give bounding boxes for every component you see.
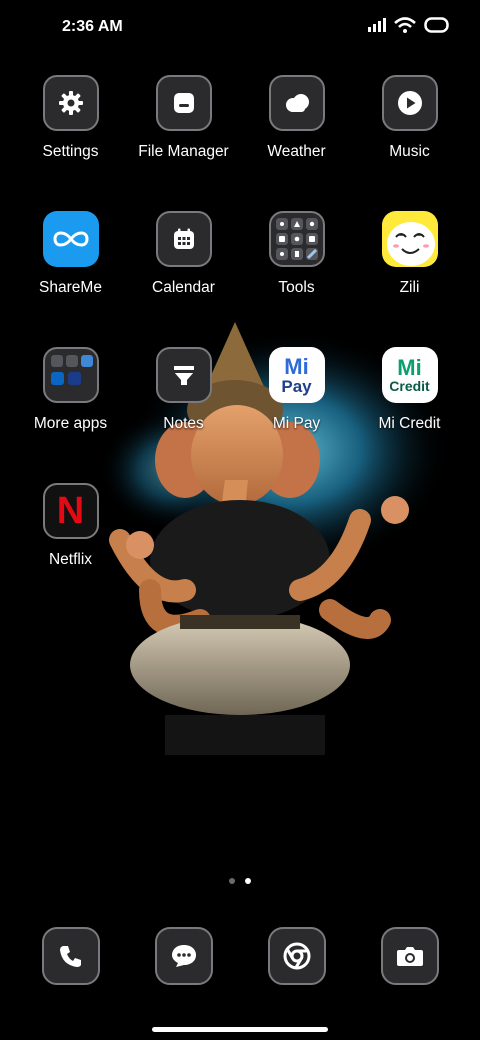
app-label: More apps [33,415,108,432]
wifi-icon [394,17,416,33]
status-time: 2:36 AM [62,18,123,35]
message-icon [172,945,196,967]
mi-credit-logo-mi: Mi [397,355,422,380]
app-label: Weather [267,143,326,160]
page-indicator [0,878,480,884]
play-icon [381,75,438,131]
app-netflix[interactable]: N Netflix [14,483,127,569]
tools-folder-icon [268,211,325,267]
calendar-icon [155,211,212,267]
dock-messages-button[interactable] [155,927,213,985]
zili-face-icon [381,211,438,267]
app-label: Netflix [48,551,93,568]
home-indicator[interactable] [152,1027,328,1032]
app-zili[interactable]: Zili [353,211,466,297]
mi-pay-logo-mi: Mi [284,353,309,379]
app-settings[interactable]: Settings [14,75,127,161]
app-mi-credit[interactable]: Mi Credit Mi Credit [353,347,466,433]
mi-pay-logo: Mi Pay [268,347,325,403]
mi-pay-logo-pay: Pay [281,376,312,396]
page-dot-active[interactable] [245,878,251,884]
page-dot[interactable] [229,878,235,884]
app-label: Mi Credit [378,415,441,432]
app-calendar[interactable]: Calendar [127,211,240,297]
app-notes[interactable]: Notes [127,347,240,433]
app-label: Mi Pay [272,415,321,432]
chrome-icon [283,942,311,970]
mi-credit-logo-credit: Credit [389,378,430,394]
cloud-icon [268,75,325,131]
app-label: File Manager [138,143,229,160]
signal-icon [368,18,386,32]
app-label: Music [389,143,430,160]
gear-icon [42,75,99,131]
infinity-icon [42,211,99,267]
dock-camera-button[interactable] [381,927,439,985]
app-label: Notes [163,415,204,432]
mi-credit-logo: Mi Credit [381,347,438,403]
app-mi-pay[interactable]: Mi Pay Mi Pay [240,347,353,433]
status-bar: 2:36 AM [0,0,480,56]
app-weather[interactable]: Weather [240,75,353,161]
dock-phone-button[interactable] [42,927,100,985]
note-icon [155,347,212,403]
app-label: Settings [42,143,99,160]
app-shareme[interactable]: ShareMe [14,211,127,297]
app-label: ShareMe [39,279,102,296]
phone-icon [60,946,81,967]
app-folder-icon [42,347,99,403]
dock-chrome-button[interactable] [268,927,326,985]
app-label: Calendar [152,279,215,296]
app-label: Tools [278,279,315,296]
app-label: Zili [399,279,420,296]
app-file-manager[interactable]: File Manager [127,75,240,161]
camera-icon [397,947,423,966]
netflix-logo: N [42,483,99,539]
netflix-logo-letter: N [56,489,85,532]
app-music[interactable]: Music [353,75,466,161]
status-icons [368,17,450,33]
folder-icon [155,75,212,131]
app-more-apps-folder[interactable]: More apps [14,347,127,433]
app-tools-folder[interactable]: Tools [240,211,353,297]
battery-icon [424,17,449,33]
